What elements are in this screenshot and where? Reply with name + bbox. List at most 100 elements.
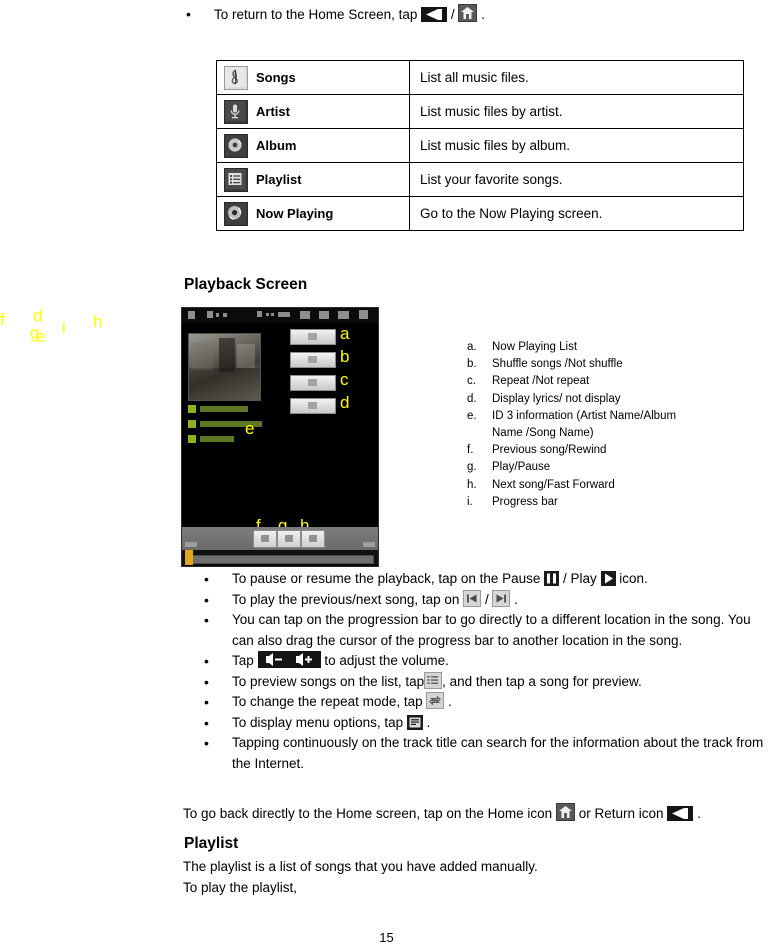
next-icon [492, 589, 511, 607]
legend-item: f. Previous song/Rewind [467, 442, 767, 459]
bullet-dot: • [186, 6, 191, 22]
playlist-line-2: To play the playlist, [183, 879, 298, 895]
legend-value: Play/Pause [492, 461, 551, 474]
instruction-text: . [448, 694, 452, 709]
back-arrow-icon [667, 806, 694, 821]
instruction-text: Tap [232, 653, 254, 668]
closing-text: To go back directly to the Home screen, … [183, 806, 553, 821]
status-icon-wifi [216, 313, 219, 317]
status-icon-back [338, 311, 349, 319]
callout-b: b [340, 347, 350, 366]
now-playing-icon [224, 201, 248, 226]
total-time [363, 542, 375, 547]
status-icon-text [278, 312, 290, 317]
bullet-separator: / [450, 7, 455, 22]
previous-icon [463, 589, 482, 607]
legend-key: f. [467, 444, 474, 457]
status-icon-battery [223, 313, 227, 317]
table-cell-description: List your favorite songs. [409, 162, 744, 197]
repeat-button[interactable] [290, 375, 336, 391]
legend-key: h. [467, 478, 477, 491]
feature-label: Album [256, 138, 297, 153]
legend-value: Repeat /Not repeat [492, 375, 590, 388]
home-return-paragraph: To go back directly to the Home screen, … [183, 803, 773, 824]
playback-screen-screenshot: a b c d e f g h i [181, 307, 379, 567]
legend-value-continued: Name /Song Name) [492, 427, 594, 440]
play-icon [600, 571, 616, 586]
bullet-dot: • [204, 591, 209, 608]
next-button[interactable] [301, 530, 325, 548]
feature-label: Playlist [256, 172, 302, 187]
playlist-icon [424, 671, 443, 689]
heading-playlist: Playlist [184, 835, 239, 852]
legend-item: a. Now Playing List [467, 339, 767, 356]
instruction-text: To play the previous/next song, tap on [232, 591, 460, 607]
page-number: 15 [379, 930, 394, 945]
device-status-bar [182, 308, 378, 322]
bullet-text-end: . [481, 7, 485, 22]
bullet-dot: • [204, 714, 209, 731]
meta-badge-icon [188, 405, 196, 413]
heading-playback-screen: Playback Screen [184, 276, 308, 293]
previous-button[interactable] [253, 530, 277, 548]
meta-badge-icon [188, 435, 196, 443]
home-icon [458, 4, 478, 22]
progress-knob[interactable] [185, 550, 193, 565]
instruction-prev-next: • To play the previous/next song, tap on… [204, 589, 773, 611]
progress-track[interactable] [188, 555, 374, 564]
now-playing-list-button[interactable] [290, 329, 336, 345]
legend-value: Progress bar [492, 495, 558, 508]
instruction-text: / [484, 591, 489, 607]
instruction-preview-songs: • To preview songs on the list, tap , an… [204, 671, 773, 693]
legend-item: i. Progress bar [467, 494, 767, 511]
stray-letter-i: i [62, 318, 66, 337]
status-icon-menu [359, 310, 368, 319]
instruction-text: to adjust the volume. [324, 653, 449, 668]
table-row: Songs List all music files. [216, 60, 744, 95]
bullet-dot: • [204, 571, 209, 587]
bullet-dot: • [204, 653, 209, 669]
status-icon-signal [207, 311, 213, 318]
status-icon-dot [257, 311, 262, 317]
instruction-menu-options: • To display menu options, tap . [204, 713, 773, 734]
album-art [188, 333, 261, 401]
home-icon [555, 803, 575, 821]
disc-icon [224, 133, 248, 158]
legend-value: Shuffle songs /Not shuffle [492, 358, 623, 371]
table-cell-description: List music files by album. [409, 128, 744, 163]
instruction-text: To display menu options, tap [232, 714, 404, 730]
table-cell-feature: Songs [216, 60, 410, 95]
repeat-icon [426, 692, 445, 709]
instruction-pause-play: • To pause or resume the playback, tap o… [204, 569, 773, 590]
legend-item: e. ID 3 information (Artist Name/Album N… [467, 408, 767, 442]
legend-key: e. [467, 409, 477, 422]
lyrics-button[interactable] [290, 398, 336, 414]
device-control-bar [182, 527, 378, 550]
instruction-text: . [514, 591, 518, 607]
table-row: Now Playing Go to the Now Playing screen… [216, 196, 744, 231]
instruction-text: Tapping continuously on the track title … [232, 735, 764, 771]
play-pause-button[interactable] [277, 530, 301, 548]
legend-key: g. [467, 461, 477, 474]
table-cell-feature: Playlist [216, 162, 410, 197]
playback-instructions: • To pause or resume the playback, tap o… [204, 569, 773, 774]
table-cell-feature: Album [216, 128, 410, 163]
status-icon-small1 [266, 313, 269, 316]
volume-control-icon [257, 651, 321, 668]
meta-text [200, 406, 248, 412]
progress-bar[interactable] [182, 542, 378, 565]
shuffle-button[interactable] [290, 352, 336, 368]
table-cell-description: List music files by artist. [409, 94, 744, 129]
table-row: Album List music files by album. [216, 128, 744, 163]
stray-letter-h: h [93, 312, 103, 331]
meta-text [200, 436, 234, 442]
pause-icon [544, 571, 560, 586]
legend-item: g. Play/Pause [467, 459, 767, 476]
meta-badge-icon [188, 420, 196, 428]
instruction-text: To change the repeat mode, tap [232, 694, 423, 709]
table-row: Playlist List your favorite songs. [216, 162, 744, 197]
stray-letter-f: f [0, 310, 5, 329]
legend-item: d. Display lyrics/ not display [467, 391, 767, 408]
instruction-text: / Play [562, 571, 597, 586]
feature-label: Artist [256, 104, 290, 119]
